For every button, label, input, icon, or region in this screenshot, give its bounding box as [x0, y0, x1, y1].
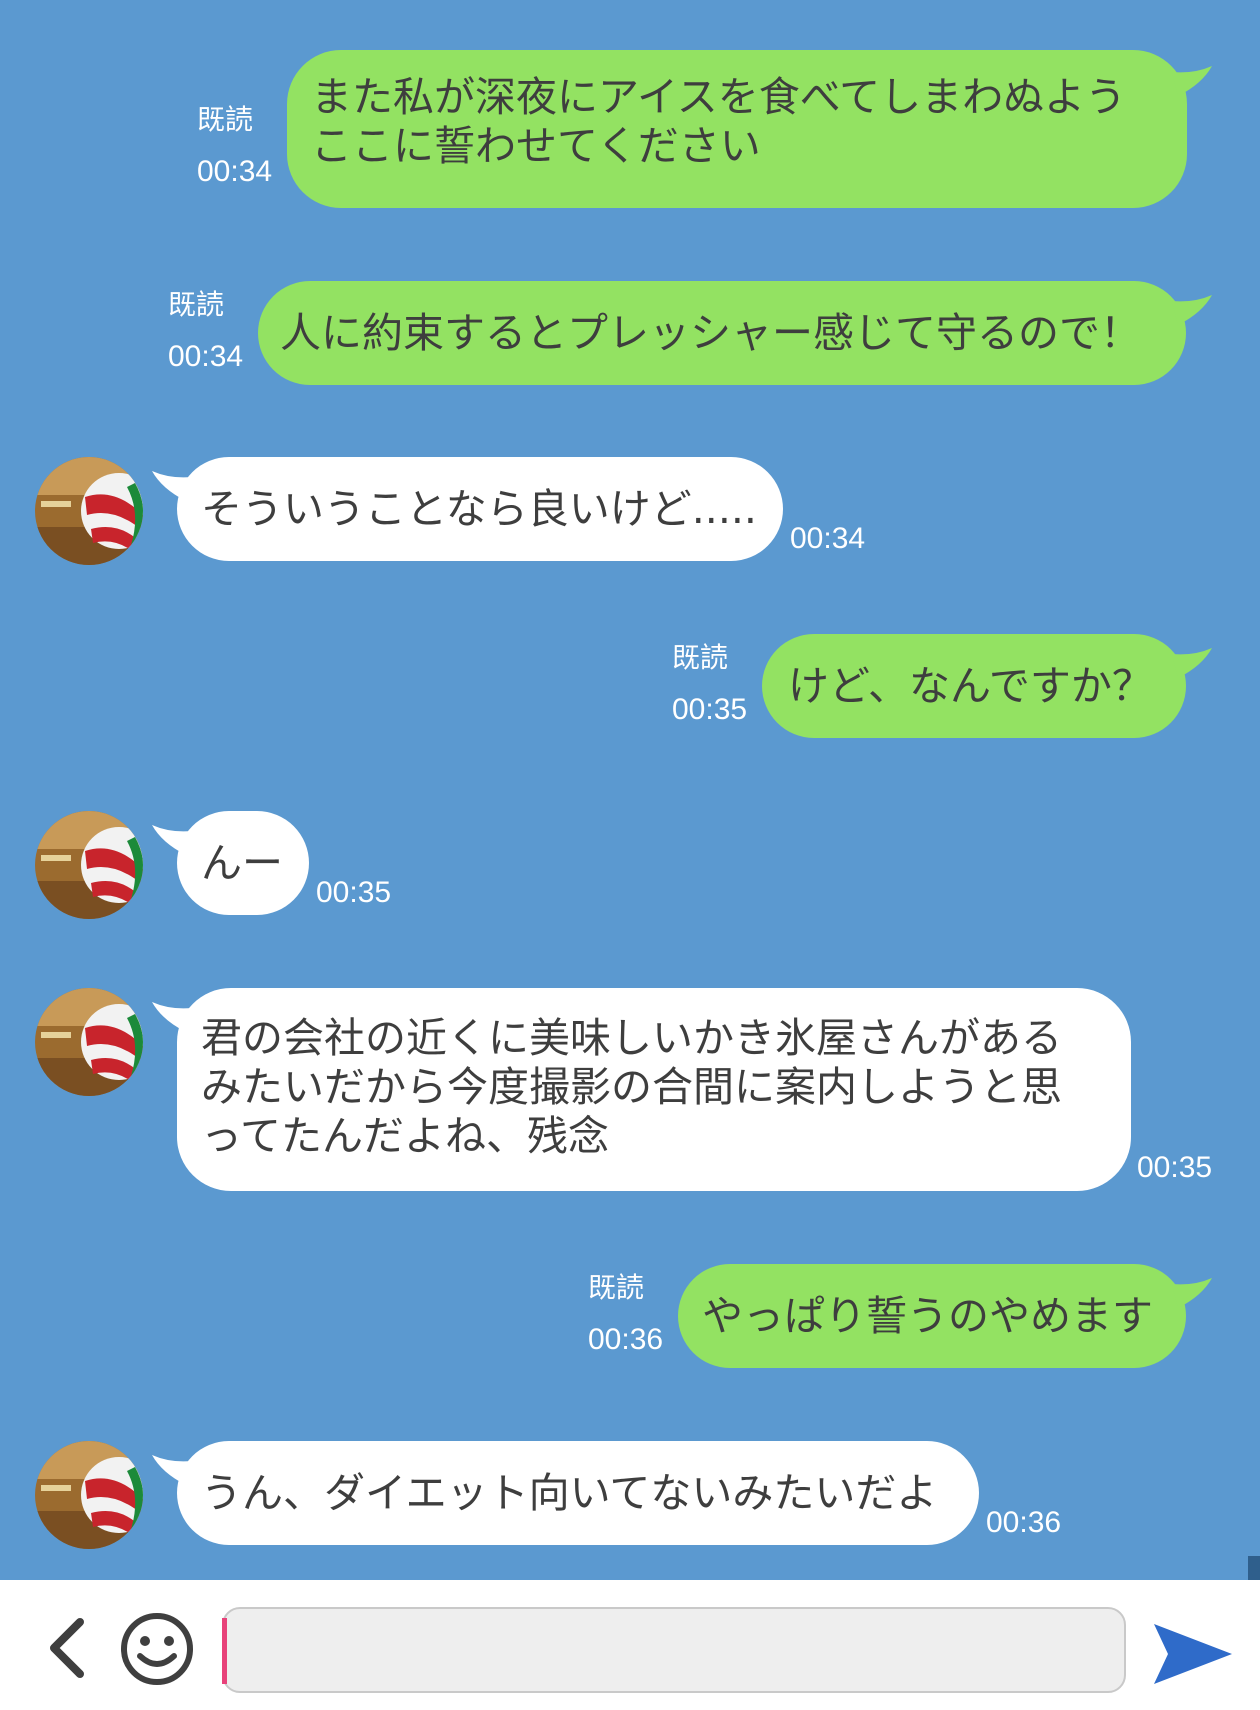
message-time: 00:34 [197, 155, 273, 188]
message-time: 00:35 [1137, 1151, 1213, 1184]
read-receipt: 既読 [168, 288, 225, 321]
message-bubble[interactable]: んー [177, 811, 309, 915]
avatar[interactable] [35, 988, 143, 1096]
read-receipt: 既読 [588, 1271, 645, 1304]
scrollbar-thumb[interactable] [1248, 1556, 1260, 1580]
volleyball-avatar [35, 988, 143, 1096]
send-icon[interactable] [1150, 1620, 1236, 1688]
read-receipt: 既読 [672, 641, 729, 674]
message-bubble[interactable]: 君の会社の近くに美味しいかき氷屋さんがある みたいだから今度撮影の合間に案内しよ… [177, 988, 1131, 1191]
message-time: 00:34 [790, 522, 866, 555]
smiley-icon[interactable] [118, 1610, 196, 1688]
message-bubble[interactable]: そういうことなら良いけど..... [177, 457, 783, 561]
avatar[interactable] [35, 457, 143, 565]
message-time: 00:36 [588, 1323, 664, 1356]
bubble-tail [1172, 66, 1212, 96]
message-bubble[interactable]: やっぱり誓うのやめます [678, 1264, 1186, 1368]
bubble-tail [1172, 1278, 1212, 1308]
message-input-bar [0, 1580, 1260, 1710]
message-time: 00:35 [316, 876, 392, 909]
message-meta: 既読 00:35 [672, 632, 747, 736]
message-time: 00:36 [986, 1506, 1062, 1539]
message-bubble[interactable]: うん、ダイエット向いてないみたいだよ [177, 1441, 979, 1545]
avatar[interactable] [35, 1441, 143, 1549]
avatar[interactable] [35, 811, 143, 919]
chevron-left-icon[interactable] [42, 1616, 92, 1680]
message-bubble[interactable]: また私が深夜にアイスを食べてしまわぬよう ここに誓わせてください [287, 50, 1187, 208]
message-bubble[interactable]: けど、なんですか？ [762, 634, 1186, 738]
chat-area[interactable]: 既読 00:34 また私が深夜にアイスを食べてしまわぬよう ここに誓わせてくださ… [0, 0, 1260, 1580]
bubble-tail [1172, 648, 1212, 678]
read-receipt: 既読 [197, 103, 254, 136]
message-time: 00:34 [168, 340, 244, 373]
message-meta: 既読 00:34 [197, 94, 272, 198]
message-meta: 既読 00:34 [168, 279, 243, 383]
text-caret [222, 1618, 227, 1684]
volleyball-avatar [35, 457, 143, 565]
message-time: 00:35 [672, 693, 748, 726]
message-meta: 既読 00:36 [588, 1262, 663, 1366]
bubble-tail [1172, 295, 1212, 325]
message-bubble[interactable]: 人に約束するとプレッシャー感じて守るので！ [258, 281, 1186, 385]
volleyball-avatar [35, 1441, 143, 1549]
message-input[interactable] [222, 1607, 1126, 1693]
volleyball-avatar [35, 811, 143, 919]
